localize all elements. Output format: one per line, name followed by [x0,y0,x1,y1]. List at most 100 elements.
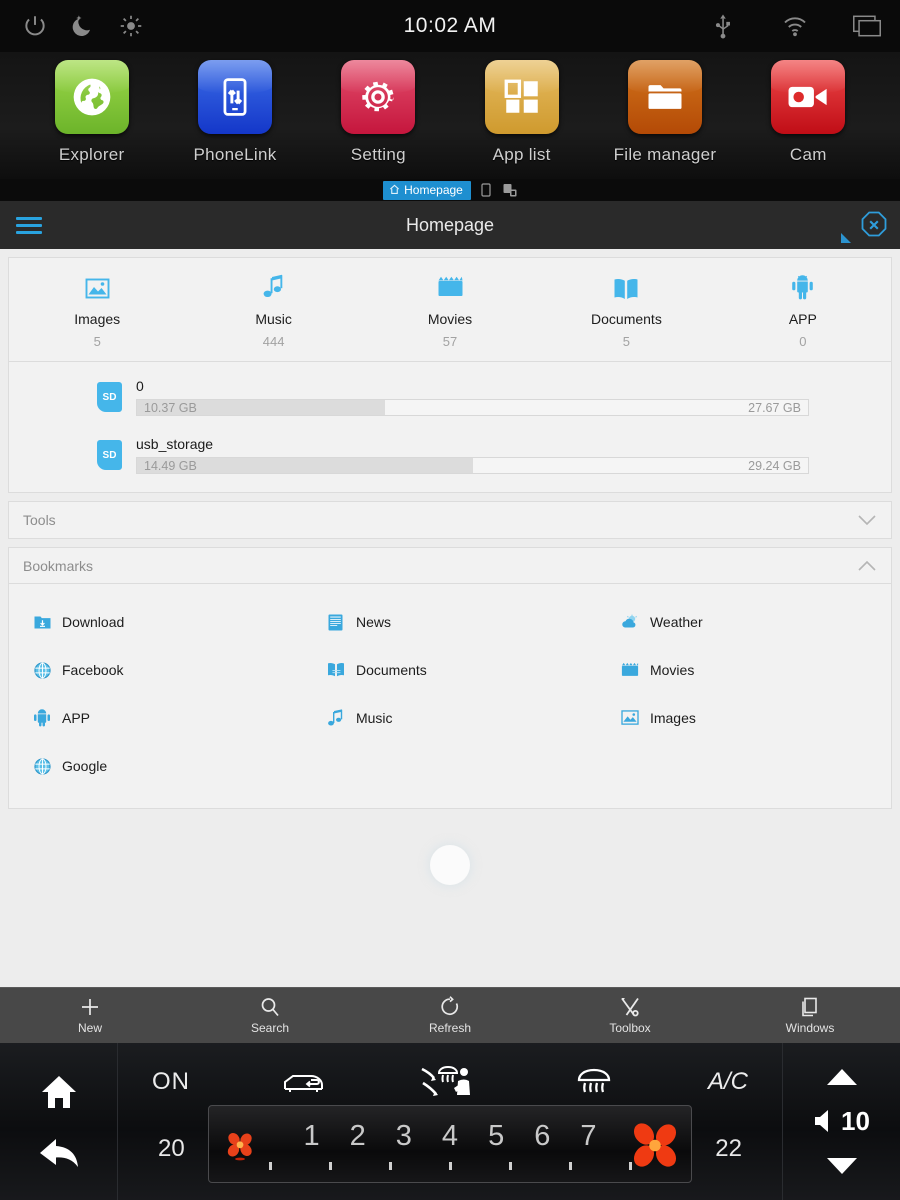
app-applist[interactable]: App list [450,52,593,165]
close-octagon-icon[interactable] [860,211,888,244]
tools-header[interactable]: Tools [9,502,891,538]
bookmark-google[interactable]: Google [9,742,303,790]
bookmark-label: News [356,614,391,630]
fan-level[interactable]: 2 [350,1120,366,1153]
back-arrow-icon[interactable] [36,1135,82,1171]
app-filemanager[interactable]: File manager [593,52,736,165]
category-images[interactable]: Images 5 [9,272,185,349]
temp-left-value[interactable]: 20 [158,1135,185,1163]
bookmark-app[interactable]: APP [9,694,303,742]
toolbar-label: Refresh [429,1021,471,1035]
bookmark-images[interactable]: Images [597,694,891,742]
task-mini-icons [481,183,517,197]
usb-icon [708,11,738,41]
category-music[interactable]: Music 444 [185,272,361,349]
bookmark-movies[interactable]: Movies [597,646,891,694]
app-label: Explorer [59,145,125,165]
fan-tick [315,1162,345,1170]
section-label: Bookmarks [23,558,93,574]
app-cam[interactable]: Cam [737,52,880,165]
android-icon [31,708,53,728]
air-recirculate-icon[interactable] [281,1067,327,1097]
toolbar-windows[interactable]: Windows [720,996,900,1035]
globe-icon [31,660,53,680]
sd-card-icon: SD [97,382,122,412]
image-icon [619,708,641,728]
fan-tick [495,1162,525,1170]
chevron-down-icon[interactable] [857,514,877,526]
status-right-icons [708,11,882,41]
climate-power-label[interactable]: ON [152,1068,190,1096]
climate-control-bar: ON [0,1043,900,1200]
android-icon [791,272,814,300]
bookmark-label: Weather [650,614,703,630]
category-app[interactable]: APP 0 [715,272,891,349]
bookmarks-header[interactable]: Bookmarks [9,548,891,584]
windows-stack-icon[interactable] [852,11,882,41]
category-label: Images [74,311,120,327]
category-documents[interactable]: Documents 5 [538,272,714,349]
triangle-up-icon[interactable] [825,1067,859,1087]
toolbar-label: New [78,1021,102,1035]
app-label: App list [493,145,551,165]
storage-progress-bar: 10.37 GB 27.67 GB [136,399,809,416]
wifi-icon [780,11,810,41]
toolbar-toolbox[interactable]: Toolbox [540,996,720,1035]
climate-ac-label[interactable]: A/C [708,1068,748,1096]
storage-row[interactable]: SD usb_storage 14.49 GB 29.24 GB [9,432,891,478]
toolbar-label: Toolbox [609,1021,650,1035]
bookmarks-grid: Download [9,584,891,808]
overview-card: Images 5 Music 444 [8,257,892,493]
app-explorer[interactable]: Explorer [20,52,163,165]
chevron-up-icon[interactable] [857,560,877,572]
category-label: Documents [591,311,662,327]
bookmark-news[interactable]: News [303,598,597,646]
fan-level[interactable]: 1 [304,1120,320,1153]
category-count: 57 [443,334,457,349]
app-label: Cam [790,145,827,165]
resize-grip-icon[interactable] [840,232,852,244]
task-chip-homepage[interactable]: Homepage [383,181,471,200]
fan-tick [375,1162,405,1170]
toolbar-refresh[interactable]: Refresh [360,996,540,1035]
storage-row[interactable]: SD 0 10.37 GB 27.67 GB [9,374,891,420]
app-label: Setting [351,145,406,165]
temp-right-value[interactable]: 22 [715,1135,742,1163]
gear-icon [341,60,415,134]
bookmark-documents[interactable]: Documents [303,646,597,694]
app-phonelink[interactable]: PhoneLink [163,52,306,165]
tools-section[interactable]: Tools [8,501,892,539]
fan-level[interactable]: 4 [442,1120,458,1153]
triangle-down-icon[interactable] [825,1156,859,1176]
fan-speed-panel[interactable]: 1 2 3 4 5 6 7 [208,1105,692,1183]
fan-level[interactable]: 3 [396,1120,412,1153]
section-label: Tools [23,512,56,528]
home-icon[interactable] [37,1072,81,1112]
plus-icon [79,996,101,1018]
bookmark-label: Download [62,614,124,630]
bookmark-music[interactable]: Music [303,694,597,742]
bookmark-weather[interactable]: Weather [597,598,891,646]
bookmark-label: Documents [356,662,427,678]
phone-sync-icon [198,60,272,134]
category-movies[interactable]: Movies 57 [362,272,538,349]
download-folder-icon [31,612,53,632]
storage-used: 14.49 GB [144,459,197,473]
fan-level[interactable]: 7 [580,1120,596,1153]
bookmark-label: Google [62,758,107,774]
nav-buttons [0,1043,118,1200]
news-icon [325,612,347,632]
fan-high-icon[interactable] [629,1119,681,1173]
fan-level[interactable]: 6 [534,1120,550,1153]
rear-defrost-icon[interactable] [571,1066,617,1098]
phone-icon[interactable] [481,183,491,197]
bookmark-download[interactable]: Download [9,598,303,646]
toolbar-new[interactable]: New [0,996,180,1035]
front-defrost-icon[interactable] [418,1063,480,1101]
fan-level[interactable]: 5 [488,1120,504,1153]
book-icon [613,272,639,300]
bookmark-facebook[interactable]: Facebook [9,646,303,694]
toolbar-search[interactable]: Search [180,996,360,1035]
device-link-icon[interactable] [503,183,517,197]
app-setting[interactable]: Setting [307,52,450,165]
